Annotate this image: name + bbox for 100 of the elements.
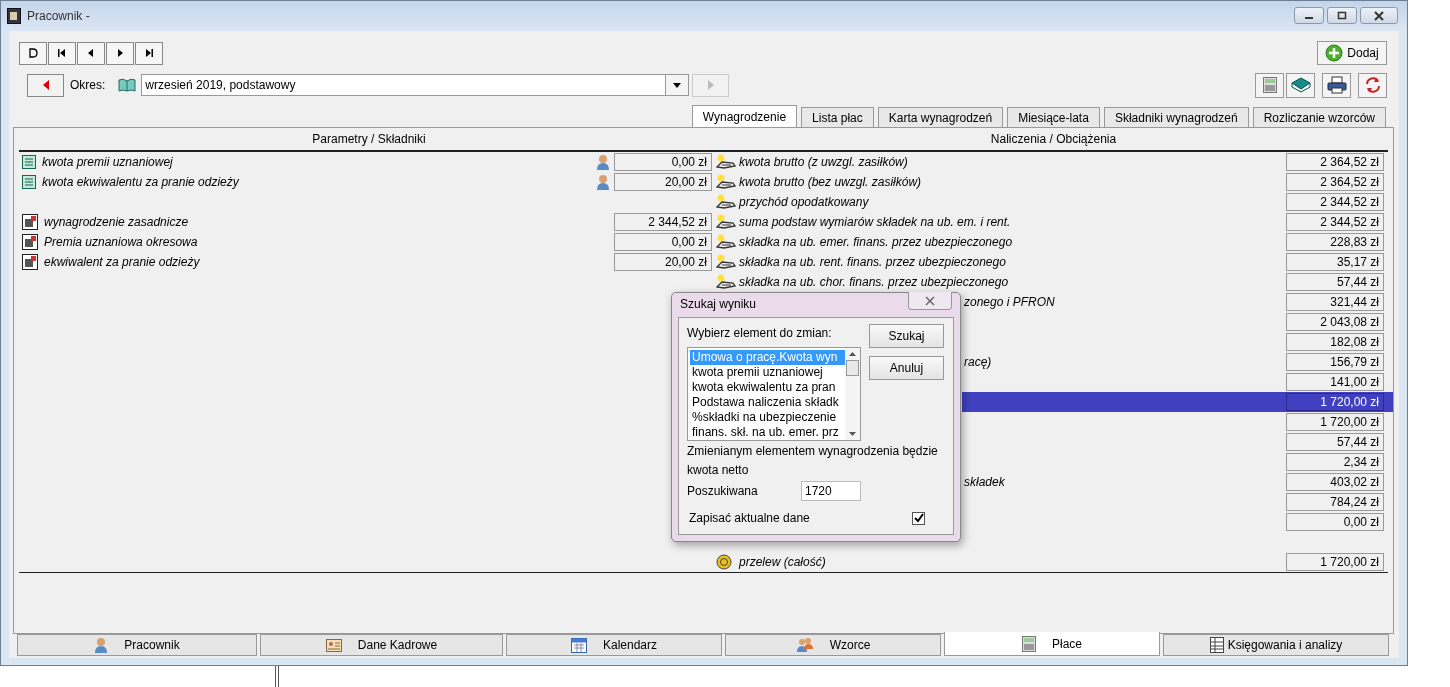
charge-row[interactable]: 141,00 zł xyxy=(962,372,1393,392)
app-icon xyxy=(7,8,21,24)
value-field: 2 364,52 zł xyxy=(1286,173,1384,191)
maximize-button[interactable] xyxy=(1327,7,1357,24)
value-field: 1 720,00 zł xyxy=(1286,393,1384,411)
column-header: Naliczenia / Obciążenia xyxy=(989,132,1118,146)
parameter-name: kwota ekwiwalentu za pranie odzieży xyxy=(42,175,240,189)
list-item[interactable]: finans. skł. na ub. emer. prz xyxy=(690,425,845,440)
left-arrow-icon xyxy=(41,80,50,90)
charge-name: przelew (całość) xyxy=(739,555,826,569)
parameter-name: kwota premii uznaniowej xyxy=(42,155,174,169)
list-label: Wybierz element do zmian: xyxy=(687,325,833,342)
tab[interactable]: Miesiące-lata xyxy=(1007,107,1100,127)
scroll-down-icon[interactable] xyxy=(849,432,856,436)
value-field: 228,83 zł xyxy=(1286,233,1384,251)
charge-row[interactable]: 1 720,00 zł xyxy=(962,412,1393,432)
charge-row[interactable]: kwota brutto (z uwzgl. zasiłków) 2 364,52 zł xyxy=(713,152,1393,172)
d-shape-icon xyxy=(28,48,38,58)
close-button[interactable] xyxy=(1360,7,1398,24)
save-checkbox[interactable] xyxy=(912,511,925,525)
refresh-icon[interactable] xyxy=(1358,72,1387,98)
tab[interactable]: Wynagrodzenie xyxy=(691,105,798,128)
new-record-button[interactable] xyxy=(19,41,47,65)
list-item[interactable]: kwota premii uznaniowej xyxy=(690,365,845,380)
module-tab[interactable]: Pracownik xyxy=(17,634,257,656)
next-record-button[interactable] xyxy=(106,41,134,65)
charge-row[interactable]: przychód opodatkowany 2 344,52 zł xyxy=(713,192,1393,212)
previous-record-button[interactable] xyxy=(77,41,105,65)
component-icon xyxy=(22,254,38,270)
value-field: 321,44 zł xyxy=(1286,293,1384,311)
charge-name: zonego i PFRON xyxy=(964,295,1055,309)
value-field: 1 720,00 zł xyxy=(1286,553,1384,571)
scroll-up-icon[interactable] xyxy=(849,352,856,356)
charge-row[interactable]: zonego i PFRON 321,44 zł xyxy=(962,292,1393,312)
plus-icon xyxy=(1325,44,1344,62)
value-field: 2 364,52 zł xyxy=(1286,153,1384,171)
charge-row[interactable]: 0,00 zł xyxy=(962,512,1393,532)
charge-row[interactable]: 1 720,00 zł xyxy=(962,392,1393,412)
value-field: 2 043,08 zł xyxy=(1286,313,1384,331)
value-field: 784,24 zł xyxy=(1286,493,1384,511)
charge-row[interactable]: kwota brutto (bez uwzgl. zasiłków) 2 364,52 zł xyxy=(713,172,1393,192)
tab[interactable]: Lista płac xyxy=(801,107,874,127)
tab[interactable]: Składniki wynagrodzeń xyxy=(1103,107,1249,127)
scrollbar[interactable] xyxy=(845,348,860,440)
dialog-button[interactable]: Anuluj xyxy=(869,356,944,380)
calculator-icon[interactable] xyxy=(1255,72,1284,98)
next-icon xyxy=(115,48,125,58)
list-item[interactable]: kwota ekwiwalentu za pran xyxy=(690,380,845,395)
add-button[interactable]: Dodaj xyxy=(1317,41,1387,65)
list-item[interactable]: Podstawa naliczenia składk xyxy=(690,395,845,410)
value-field: 156,79 zł xyxy=(1286,353,1384,371)
charge-row[interactable]: składka na ub. emer. finans. przez ubezpieczonego 228,83 zł xyxy=(713,232,1393,252)
parameter-name: ekwiwalent za pranie odzieży xyxy=(44,255,201,269)
charge-row[interactable]: 57,44 zł xyxy=(962,432,1393,452)
value-field: 403,02 zł xyxy=(1286,473,1384,491)
value-field: 182,08 zł xyxy=(1286,333,1384,351)
charge-row[interactable]: składek 403,02 zł xyxy=(962,472,1393,492)
charge-row[interactable]: składka na ub. chor. finans. przez ubezpieczonego 57,44 zł xyxy=(713,272,1393,292)
period-dropdown[interactable]: wrzesień 2019, podstawowy xyxy=(141,74,690,96)
minimize-button[interactable] xyxy=(1294,7,1324,24)
scroll-thumb[interactable] xyxy=(846,360,859,376)
value-field: 2 344,52 zł xyxy=(1286,213,1384,231)
module-tab[interactable]: Księgowania i analizy xyxy=(1163,634,1389,656)
module-tab[interactable]: Płace xyxy=(944,632,1160,656)
charge-row[interactable]: przelew (całość) 1 720,00 zł xyxy=(713,552,1393,572)
tab[interactable]: Karta wynagrodzeń xyxy=(877,107,1004,127)
charge-row[interactable]: 2,34 zł xyxy=(962,452,1393,472)
module-tab[interactable]: Dane Kadrowe xyxy=(260,634,503,656)
back-button[interactable] xyxy=(27,73,64,97)
note-text: Zmienianym elementem wynagrodzenia będzie xyxy=(687,444,939,458)
last-record-button[interactable] xyxy=(135,41,163,65)
value-field: 0,00 zł xyxy=(614,153,712,171)
book-icon[interactable] xyxy=(1286,72,1315,98)
charge-row[interactable]: składka na ub. rent. finans. przez ubezpieczonego 35,17 zł xyxy=(713,252,1393,272)
hand-icon xyxy=(716,234,736,250)
dialog-button[interactable]: Szukaj xyxy=(869,324,944,348)
charge-name: składka na ub. emer. finans. przez ubezpieczonego xyxy=(739,235,1013,249)
module-tab[interactable]: Wzorce xyxy=(725,634,941,656)
charge-name: suma podstaw wymiarów składek na ub. em. i rent. xyxy=(739,215,1011,229)
list-item[interactable]: %składki na ubezpieczenie xyxy=(690,410,845,425)
value-field: 20,00 zł xyxy=(614,253,712,271)
calendar-icon xyxy=(570,637,587,653)
component-icon xyxy=(22,234,38,250)
check-icon xyxy=(913,513,924,523)
charge-row[interactable]: 182,08 zł xyxy=(962,332,1393,352)
person-icon xyxy=(596,174,610,190)
dialog-title: Szukaj wyniku xyxy=(680,297,757,311)
charge-name: racę) xyxy=(964,355,992,369)
print-icon[interactable] xyxy=(1322,72,1351,98)
value-field: 2,34 zł xyxy=(1286,453,1384,471)
search-value-field[interactable]: 1720 xyxy=(801,481,861,501)
period-label: Okres: xyxy=(70,78,106,92)
tab[interactable]: Rozliczanie wzorców xyxy=(1252,107,1386,127)
charge-row[interactable]: racę) 156,79 zł xyxy=(962,352,1393,372)
charge-row[interactable]: 784,24 zł xyxy=(962,492,1393,512)
charge-row[interactable]: suma podstaw wymiarów składek na ub. em. i rent. 2 344,52 zł xyxy=(713,212,1393,232)
module-tab[interactable]: Kalendarz xyxy=(506,634,722,656)
right-arrow-icon xyxy=(707,80,714,90)
first-record-button[interactable] xyxy=(48,41,76,65)
charge-row[interactable]: 2 043,08 zł xyxy=(962,312,1393,332)
